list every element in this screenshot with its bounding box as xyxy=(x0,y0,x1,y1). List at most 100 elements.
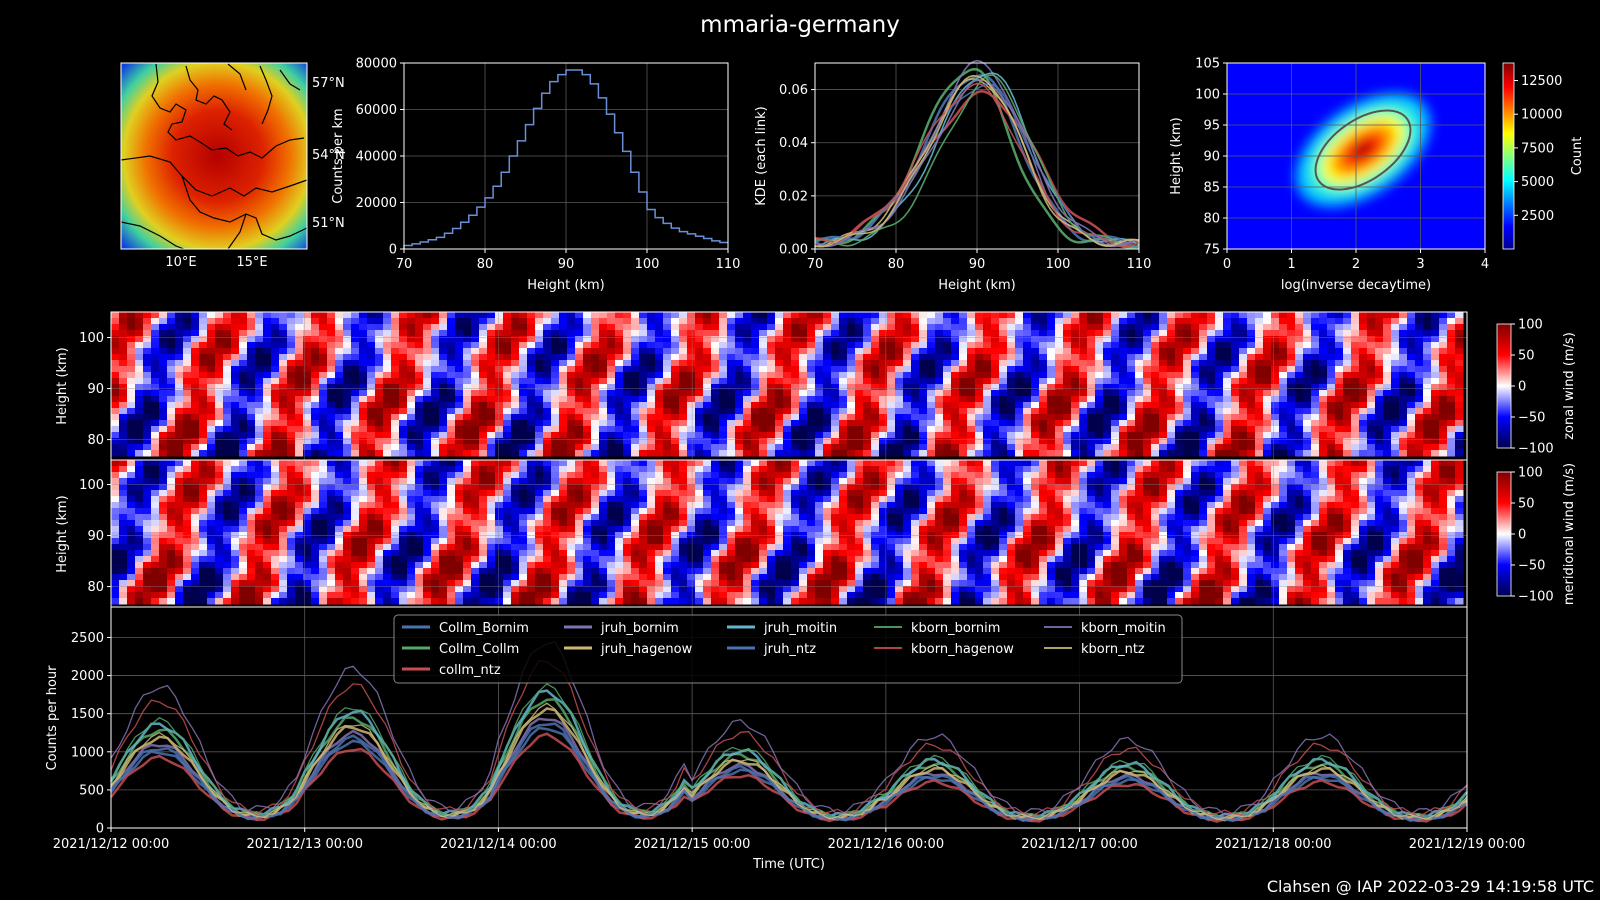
wind-cell xyxy=(255,354,264,361)
wind-cell xyxy=(735,396,744,403)
wind-cell xyxy=(335,484,344,491)
wind-cell xyxy=(959,384,968,391)
wind-cell xyxy=(455,396,464,403)
wind-cell xyxy=(1223,438,1232,445)
wind-cell xyxy=(1095,438,1104,445)
wind-cell xyxy=(711,378,720,385)
wind-cell xyxy=(1159,420,1168,427)
wind-cell xyxy=(791,360,800,367)
wind-cell xyxy=(1063,396,1072,403)
wind-cell xyxy=(887,366,896,373)
wind-cell xyxy=(119,444,128,451)
wind-cell xyxy=(1327,478,1336,485)
wind-cell xyxy=(367,472,376,479)
wind-cell xyxy=(759,330,768,337)
wind-cell xyxy=(111,324,120,331)
wind-cell xyxy=(1247,426,1256,433)
zonal-ylabel: Height (km) xyxy=(55,347,70,424)
wind-cell xyxy=(959,466,968,473)
wind-cell xyxy=(391,438,400,445)
wind-cell xyxy=(1327,402,1336,409)
wind-cell xyxy=(911,450,920,457)
wind-cell xyxy=(807,390,816,397)
wind-cell xyxy=(463,384,472,391)
wind-cell xyxy=(903,360,912,367)
wind-cell xyxy=(847,408,856,415)
wind-cell xyxy=(479,396,488,403)
wind-cell xyxy=(1055,396,1064,403)
wind-cell xyxy=(231,312,240,319)
wind-cell xyxy=(655,366,664,373)
wind-cell xyxy=(727,312,736,319)
wind-cell xyxy=(1007,472,1016,479)
wind-cell xyxy=(919,402,928,409)
wind-cell xyxy=(735,478,744,485)
wind-cell xyxy=(271,484,280,491)
wind-cell xyxy=(1119,420,1128,427)
wind-cell xyxy=(1007,384,1016,391)
wind-cell xyxy=(1023,450,1032,457)
wind-cell xyxy=(575,420,584,427)
wind-cell xyxy=(943,324,952,331)
wind-cell xyxy=(1391,450,1400,457)
wind-cell xyxy=(1295,426,1304,433)
wind-cell xyxy=(935,318,944,325)
wind-cell xyxy=(407,348,416,355)
wind-cell xyxy=(287,366,296,373)
wind-cell xyxy=(951,420,960,427)
wind-cell xyxy=(655,426,664,433)
wind-cell xyxy=(1175,460,1184,467)
wind-cell xyxy=(831,342,840,349)
wind-cell xyxy=(1231,432,1240,439)
wind-cell xyxy=(519,390,528,397)
wind-cell xyxy=(759,466,768,473)
wind-cell xyxy=(919,318,928,325)
wind-cell xyxy=(1271,336,1280,343)
wind-cell xyxy=(1287,330,1296,337)
wind-cell xyxy=(1055,354,1064,361)
wind-cell xyxy=(215,372,224,379)
wind-cell xyxy=(871,318,880,325)
wind-cell xyxy=(1295,402,1304,409)
wind-cell xyxy=(735,472,744,479)
wind-cell xyxy=(903,390,912,397)
wind-cell xyxy=(895,360,904,367)
wind-cell xyxy=(711,414,720,421)
wind-cell xyxy=(815,396,824,403)
wind-cell xyxy=(1343,312,1352,319)
wind-cell xyxy=(967,396,976,403)
wind-cell xyxy=(519,432,528,439)
wind-cell xyxy=(271,438,280,445)
wind-cell xyxy=(783,460,792,467)
wind-cell xyxy=(751,444,760,451)
wind-cell xyxy=(855,396,864,403)
wind-cell xyxy=(383,336,392,343)
wind-cell xyxy=(615,372,624,379)
kde-xtick-label: 80 xyxy=(888,257,905,272)
wind-cell xyxy=(327,444,336,451)
wind-cell xyxy=(1023,396,1032,403)
wind-cell xyxy=(415,414,424,421)
wind-cell xyxy=(527,312,536,319)
wind-cell xyxy=(983,460,992,467)
wind-cell xyxy=(1423,396,1432,403)
wind-cell xyxy=(279,360,288,367)
wind-cell xyxy=(631,466,640,473)
wind-cell xyxy=(295,372,304,379)
wind-cell xyxy=(1047,342,1056,349)
wind-cell xyxy=(1239,426,1248,433)
wind-cell xyxy=(167,444,176,451)
wind-cell xyxy=(1143,414,1152,421)
wind-cell xyxy=(463,318,472,325)
wind-cell xyxy=(911,460,920,467)
wind-cell xyxy=(175,396,184,403)
wind-cell xyxy=(375,408,384,415)
wind-cell xyxy=(679,402,688,409)
wind-cell xyxy=(1119,324,1128,331)
wind-cell xyxy=(1295,390,1304,397)
wind-cell xyxy=(175,432,184,439)
wind-cell xyxy=(887,444,896,451)
wind-cell xyxy=(255,426,264,433)
wind-cell xyxy=(295,318,304,325)
meridional-panel: 8090100 Height (km) 100500−50−100 meridi… xyxy=(55,459,1577,608)
